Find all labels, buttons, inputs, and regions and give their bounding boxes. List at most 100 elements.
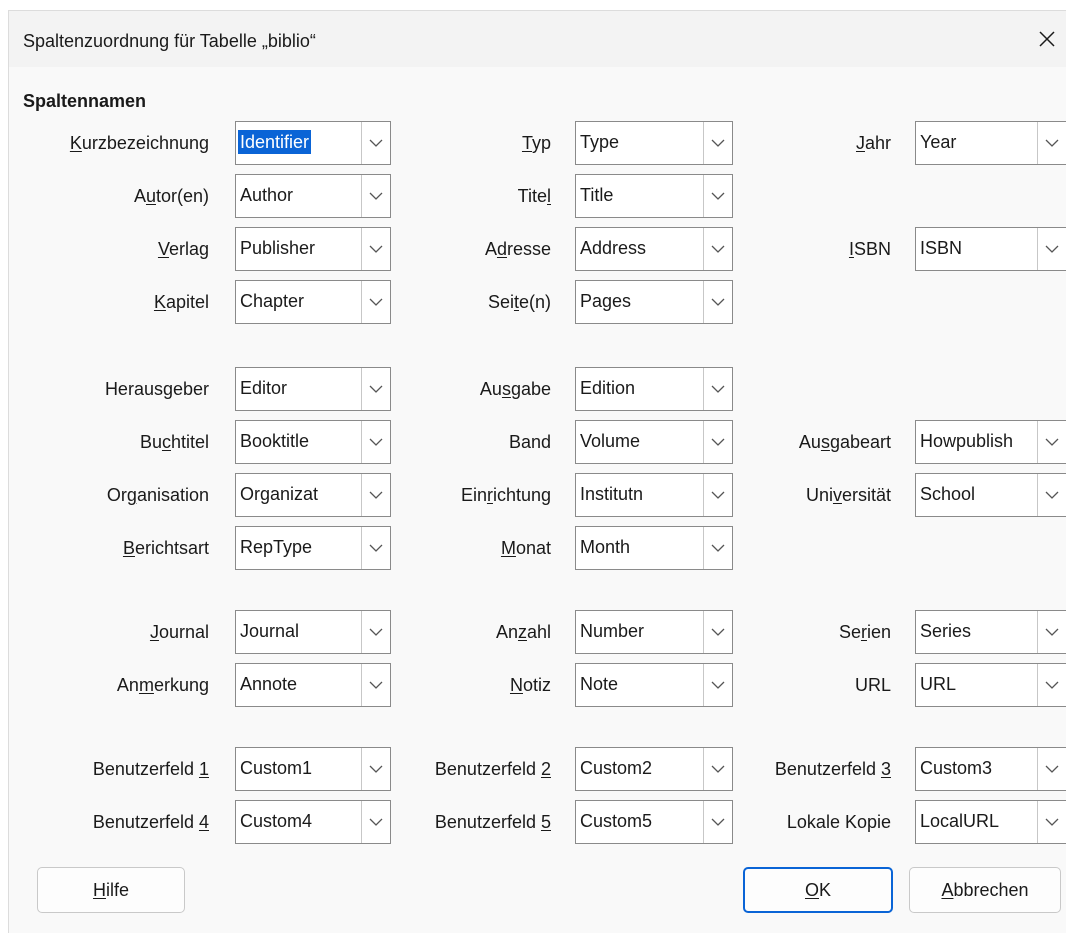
column-combobox[interactable]: Journal xyxy=(235,610,391,654)
dropdown-button[interactable] xyxy=(1037,474,1066,516)
dropdown-button[interactable] xyxy=(703,281,732,323)
dropdown-button[interactable] xyxy=(361,527,390,569)
column-combobox[interactable]: Custom3 xyxy=(915,747,1066,791)
chevron-down-icon xyxy=(1045,681,1059,689)
dropdown-button[interactable] xyxy=(703,368,732,410)
column-mapping-dialog: Spaltenzuordnung für Tabelle „biblio“ Sp… xyxy=(8,10,1066,933)
dropdown-button[interactable] xyxy=(361,748,390,790)
dropdown-button[interactable] xyxy=(1037,611,1066,653)
combobox-value: Identifier xyxy=(238,130,312,154)
combobox-value: Series xyxy=(920,621,972,641)
column-combobox[interactable]: Edition xyxy=(575,367,733,411)
column-combobox[interactable]: Series xyxy=(915,610,1066,654)
column-combobox[interactable]: Pages xyxy=(575,280,733,324)
chevron-down-icon xyxy=(1045,628,1059,636)
chevron-down-icon xyxy=(711,385,725,393)
dropdown-button[interactable] xyxy=(361,368,390,410)
combobox-value: Year xyxy=(920,132,957,152)
column-combobox[interactable]: Annote xyxy=(235,663,391,707)
help-button-label: Hilfe xyxy=(92,879,129,900)
chevron-down-icon xyxy=(369,818,383,826)
dropdown-button[interactable] xyxy=(1037,801,1066,843)
dropdown-button[interactable] xyxy=(703,801,732,843)
dropdown-button[interactable] xyxy=(361,474,390,516)
chevron-down-icon xyxy=(369,385,383,393)
dropdown-button[interactable] xyxy=(1037,228,1066,270)
field-label: Anzahl xyxy=(495,622,551,642)
column-combobox[interactable]: Author xyxy=(235,174,391,218)
dropdown-button[interactable] xyxy=(361,801,390,843)
dropdown-button[interactable] xyxy=(361,228,390,270)
column-combobox[interactable]: Title xyxy=(575,174,733,218)
column-combobox[interactable]: Booktitle xyxy=(235,420,391,464)
column-combobox[interactable]: Month xyxy=(575,526,733,570)
column-combobox[interactable]: Custom4 xyxy=(235,800,391,844)
column-combobox[interactable]: School xyxy=(915,473,1066,517)
field-label: Herausgeber xyxy=(104,379,209,399)
column-combobox[interactable]: Note xyxy=(575,663,733,707)
dropdown-button[interactable] xyxy=(703,421,732,463)
chevron-down-icon xyxy=(711,818,725,826)
chevron-down-icon xyxy=(711,544,725,552)
column-combobox[interactable]: Type xyxy=(575,121,733,165)
dropdown-button[interactable] xyxy=(361,122,390,164)
dropdown-button[interactable] xyxy=(1037,664,1066,706)
dropdown-button[interactable] xyxy=(361,175,390,217)
combobox-value: Volume xyxy=(580,431,641,451)
dropdown-button[interactable] xyxy=(703,664,732,706)
dropdown-button[interactable] xyxy=(1037,122,1066,164)
dropdown-button[interactable] xyxy=(703,527,732,569)
window-title: Spaltenzuordnung für Tabelle „biblio“ xyxy=(23,31,316,51)
column-combobox[interactable]: Chapter xyxy=(235,280,391,324)
field-label: Notiz xyxy=(509,675,551,695)
column-combobox[interactable]: Institutn xyxy=(575,473,733,517)
column-combobox[interactable]: Identifier xyxy=(235,121,391,165)
combobox-value: Editor xyxy=(240,378,288,398)
combobox-value: Howpublish xyxy=(920,431,1014,451)
column-combobox[interactable]: RepType xyxy=(235,526,391,570)
close-button[interactable] xyxy=(1027,19,1066,59)
column-combobox[interactable]: Custom5 xyxy=(575,800,733,844)
column-combobox[interactable]: Publisher xyxy=(235,227,391,271)
combobox-value: Author xyxy=(240,185,294,205)
column-combobox[interactable]: ISBN xyxy=(915,227,1066,271)
combobox-value: URL xyxy=(920,674,957,694)
chevron-down-icon xyxy=(369,681,383,689)
chevron-down-icon xyxy=(369,491,383,499)
chevron-down-icon xyxy=(369,245,383,253)
dropdown-button[interactable] xyxy=(1037,748,1066,790)
dropdown-button[interactable] xyxy=(361,611,390,653)
chevron-down-icon xyxy=(1045,245,1059,253)
dropdown-button[interactable] xyxy=(703,228,732,270)
column-combobox[interactable]: Volume xyxy=(575,420,733,464)
dropdown-button[interactable] xyxy=(703,474,732,516)
dropdown-button[interactable] xyxy=(703,175,732,217)
field-label: Monat xyxy=(500,538,551,558)
dropdown-button[interactable] xyxy=(703,611,732,653)
dropdown-button[interactable] xyxy=(361,281,390,323)
column-combobox[interactable]: Organizat xyxy=(235,473,391,517)
dropdown-button[interactable] xyxy=(703,748,732,790)
help-button[interactable]: Hilfe xyxy=(37,867,185,913)
field-label: Benutzerfeld 4 xyxy=(92,812,209,832)
column-combobox[interactable]: URL xyxy=(915,663,1066,707)
cancel-button[interactable]: Abbrechen xyxy=(909,867,1061,913)
column-combobox[interactable]: LocalURL xyxy=(915,800,1066,844)
ok-button[interactable]: OK xyxy=(743,867,893,913)
dropdown-button[interactable] xyxy=(703,122,732,164)
field-label: Typ xyxy=(521,133,551,153)
column-combobox[interactable]: Number xyxy=(575,610,733,654)
column-combobox[interactable]: Custom1 xyxy=(235,747,391,791)
column-combobox[interactable]: Howpublish xyxy=(915,420,1066,464)
dropdown-button[interactable] xyxy=(1037,421,1066,463)
column-combobox[interactable]: Address xyxy=(575,227,733,271)
chevron-down-icon xyxy=(711,438,725,446)
combobox-value: Chapter xyxy=(240,291,305,311)
column-combobox[interactable]: Year xyxy=(915,121,1066,165)
dropdown-button[interactable] xyxy=(361,664,390,706)
chevron-down-icon xyxy=(711,139,725,147)
title-bar: Spaltenzuordnung für Tabelle „biblio“ xyxy=(9,11,1066,67)
column-combobox[interactable]: Editor xyxy=(235,367,391,411)
dropdown-button[interactable] xyxy=(361,421,390,463)
column-combobox[interactable]: Custom2 xyxy=(575,747,733,791)
